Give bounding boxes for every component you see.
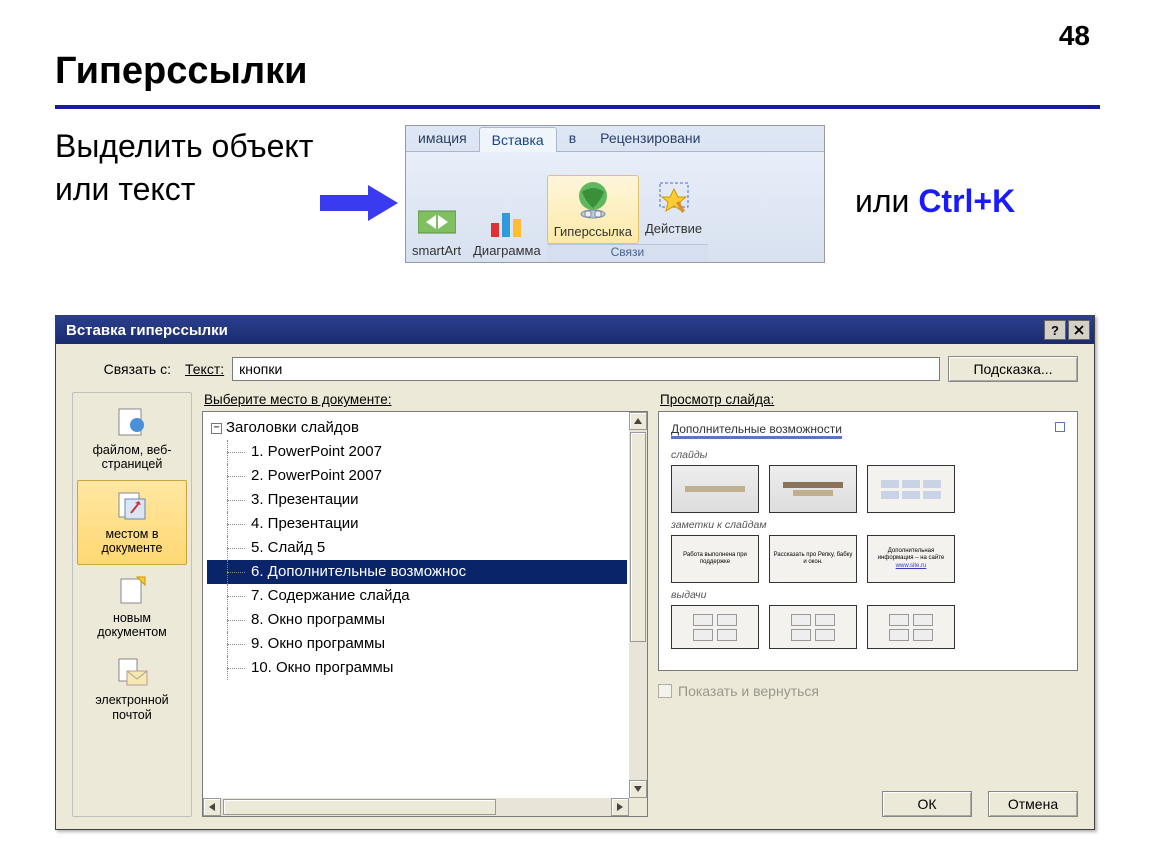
- email-icon: [115, 657, 149, 687]
- preview-thumb: Работа выполнена при поддержке: [671, 535, 759, 583]
- or-shortcut: или Ctrl+K: [855, 183, 1015, 220]
- sidebar-item-label: электронной почтой: [79, 693, 185, 722]
- preview-thumb: [671, 465, 759, 513]
- link-to-sidebar: файлом, веб-страницей местом в документе: [72, 392, 192, 817]
- sidebar-item-label: местом в документе: [80, 527, 184, 556]
- ribbon-tab-review[interactable]: Рецензировани: [588, 126, 712, 151]
- preview-thumb: [867, 605, 955, 649]
- preview-thumb: [769, 465, 857, 513]
- preview-section-handouts: выдачи: [671, 589, 1065, 601]
- tree-item[interactable]: 9. Окно программы: [207, 632, 627, 656]
- preview-label: Просмотр слайда:: [660, 392, 1078, 407]
- sidebar-item-label: новым документом: [79, 611, 185, 640]
- tree-item[interactable]: 7. Содержание слайда: [207, 584, 627, 608]
- tree-item[interactable]: 10. Окно программы: [207, 656, 627, 680]
- file-web-icon: [115, 407, 149, 437]
- sidebar-item-file-web[interactable]: файлом, веб-страницей: [77, 397, 187, 480]
- globe-link-icon: [572, 180, 614, 220]
- intro-text: Выделить объект или текст: [55, 125, 355, 211]
- sidebar-item-email[interactable]: электронной почтой: [77, 647, 187, 730]
- ribbon-item-label: Диаграмма: [473, 243, 541, 258]
- help-button[interactable]: ?: [1044, 320, 1066, 340]
- ribbon-tab-insert[interactable]: Вставка: [479, 127, 557, 152]
- sidebar-item-label: файлом, веб-страницей: [79, 443, 185, 472]
- chevron-right-icon: [617, 803, 623, 811]
- tree-item[interactable]: 4. Презентации: [207, 512, 627, 536]
- preview-thumb: Дополнительная информация – на сайте www…: [867, 535, 955, 583]
- title-rule: [55, 105, 1100, 109]
- vscroll-thumb[interactable]: [630, 432, 646, 642]
- preview-section-slides: слайды: [671, 449, 1065, 461]
- scroll-corner: [629, 798, 647, 816]
- close-icon: [1074, 325, 1084, 335]
- tree-root[interactable]: − Заголовки слайдов: [207, 416, 627, 440]
- chevron-down-icon: [634, 786, 642, 792]
- new-doc-icon: [115, 575, 149, 605]
- close-button[interactable]: [1068, 320, 1090, 340]
- show-return-label: Показать и вернуться: [678, 683, 819, 699]
- ok-button[interactable]: ОК: [882, 791, 972, 817]
- dialog-titlebar: Вставка гиперссылки ?: [56, 316, 1094, 344]
- ribbon-item-hyperlink[interactable]: Гиперссылка: [547, 175, 639, 244]
- display-text-input[interactable]: [232, 357, 940, 381]
- ribbon-tabs: имация Вставка в Рецензировани: [406, 126, 824, 152]
- preview-link: www.site.ru: [896, 563, 927, 570]
- preview-thumb: [769, 605, 857, 649]
- tree-item[interactable]: 2. PowerPoint 2007: [207, 464, 627, 488]
- preview-thumb: [671, 605, 759, 649]
- link-with-label: Связать с:: [72, 361, 177, 377]
- preview-thumb: [867, 465, 955, 513]
- show-return-checkbox: [658, 684, 672, 698]
- ribbon-tab-animation[interactable]: имация: [406, 126, 479, 151]
- shortcut-text: Ctrl+K: [918, 183, 1015, 219]
- ribbon-item-label: Гиперссылка: [554, 224, 632, 239]
- tree-hscrollbar[interactable]: [203, 798, 629, 816]
- doc-tree: − Заголовки слайдов 1. PowerPoint 20072.…: [202, 411, 648, 817]
- text-label: Текст:: [185, 361, 224, 377]
- select-place-label: Выберите место в документе:: [204, 392, 648, 407]
- chevron-left-icon: [209, 803, 215, 811]
- preview-section-notes: заметки к слайдам: [671, 519, 1065, 531]
- scroll-down-button[interactable]: [629, 780, 647, 798]
- ribbon: имация Вставка в Рецензировани smartArt …: [405, 125, 825, 263]
- tree-item[interactable]: 3. Презентации: [207, 488, 627, 512]
- ribbon-item-label: Действие: [645, 221, 702, 236]
- scroll-left-button[interactable]: [203, 798, 221, 816]
- cancel-button[interactable]: Отмена: [988, 791, 1078, 817]
- smartart-icon: [418, 205, 456, 239]
- chart-icon: [489, 205, 525, 239]
- dialog-title: Вставка гиперссылки: [66, 322, 228, 339]
- ribbon-tab-view[interactable]: в: [557, 126, 588, 151]
- ribbon-item-smartart[interactable]: smartArt: [406, 154, 467, 262]
- screentip-button[interactable]: Подсказка...: [948, 356, 1078, 382]
- ribbon-item-label: smartArt: [412, 243, 461, 258]
- chevron-up-icon: [634, 418, 642, 424]
- place-in-doc-icon: [115, 491, 149, 521]
- ribbon-item-action[interactable]: Действие: [639, 175, 708, 240]
- hscroll-thumb[interactable]: [223, 799, 496, 815]
- action-icon: [656, 179, 692, 217]
- arrow-icon: [320, 185, 398, 226]
- scroll-up-button[interactable]: [629, 412, 647, 430]
- page-title: Гиперссылки: [55, 50, 308, 93]
- ribbon-group-label: Связи: [547, 244, 708, 262]
- scroll-right-button[interactable]: [611, 798, 629, 816]
- collapse-icon[interactable]: −: [211, 423, 222, 434]
- ribbon-body: smartArt Диаграмма Г: [406, 152, 824, 262]
- tree-item[interactable]: 6. Дополнительные возможнос: [207, 560, 627, 584]
- tree-item[interactable]: 8. Окно программы: [207, 608, 627, 632]
- ribbon-item-chart[interactable]: Диаграмма: [467, 154, 547, 262]
- slide-preview: Дополнительные возможности слайды заметк…: [658, 411, 1078, 671]
- sidebar-item-new-doc[interactable]: новым документом: [77, 565, 187, 648]
- page-number: 48: [1059, 20, 1090, 52]
- tree-vscrollbar[interactable]: [629, 412, 647, 798]
- sidebar-item-place-in-doc[interactable]: местом в документе: [77, 480, 187, 565]
- tree-item[interactable]: 5. Слайд 5: [207, 536, 627, 560]
- preview-slide-title: Дополнительные возможности: [671, 422, 842, 439]
- tree-item[interactable]: 1. PowerPoint 2007: [207, 440, 627, 464]
- tree-root-label: Заголовки слайдов: [226, 416, 359, 440]
- insert-hyperlink-dialog: Вставка гиперссылки ? Связать с: Текст: …: [55, 315, 1095, 830]
- preview-thumb: Рассказать про Репку, бабку и окон.: [769, 535, 857, 583]
